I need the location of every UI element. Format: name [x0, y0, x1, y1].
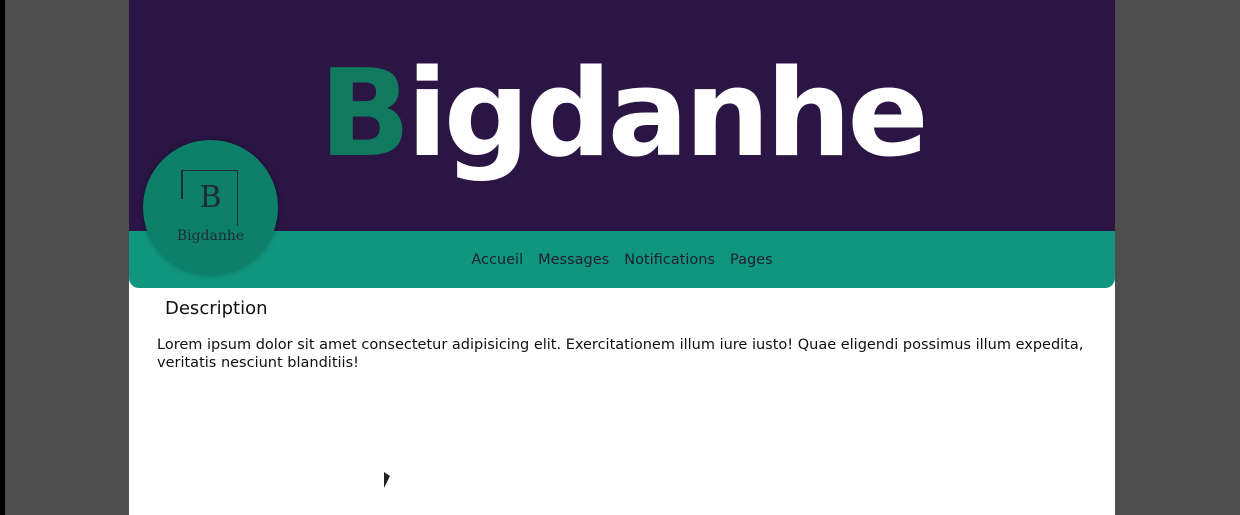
site-title: Bigdanhe — [129, 40, 1115, 190]
nav-pages[interactable]: Pages — [730, 252, 773, 268]
nav-accueil[interactable]: Accueil — [471, 252, 523, 268]
screen-edge — [0, 0, 5, 515]
logo[interactable]: B Bigdanhe — [143, 140, 278, 275]
logo-name: Bigdanhe — [176, 228, 245, 244]
page: Bigdanhe Accueil Messages Notifications … — [129, 0, 1115, 515]
logo-letter: B — [199, 180, 222, 215]
description-text: Lorem ipsum dolor sit amet consectetur a… — [157, 337, 1084, 371]
title-first-letter: B — [319, 45, 410, 184]
title-rest: igdanhe — [406, 45, 929, 184]
nav-messages[interactable]: Messages — [538, 252, 609, 268]
nav-notifications[interactable]: Notifications — [624, 252, 715, 268]
mouse-cursor-icon — [384, 472, 390, 488]
description-heading: Description — [165, 298, 268, 319]
